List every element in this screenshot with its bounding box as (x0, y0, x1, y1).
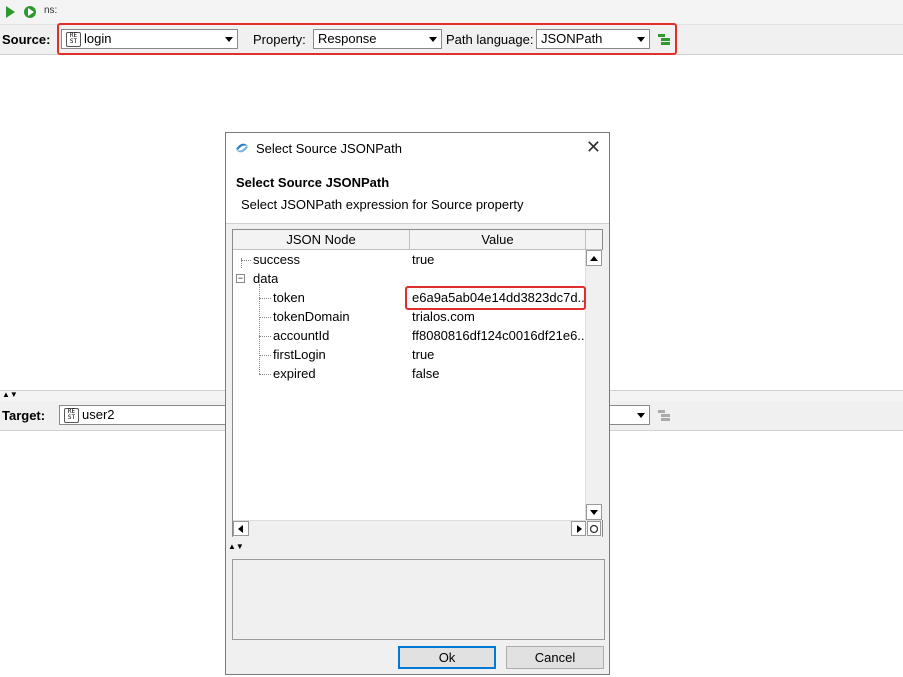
app-logo-icon (236, 143, 248, 153)
zoom-icon[interactable] (587, 521, 601, 536)
source-label: Source: (2, 32, 51, 47)
close-icon[interactable]: ✕ (586, 137, 601, 158)
tree-node-label: data (253, 271, 279, 286)
dialog-titlebar[interactable]: Select Source JSONPath ✕ (226, 133, 609, 163)
ok-button[interactable]: Ok (398, 646, 496, 669)
tree-row-success[interactable]: success true (233, 251, 585, 270)
target-path-language-select[interactable] (606, 405, 650, 425)
tree-node-label: tokenDomain (273, 309, 350, 324)
rest-icon: RE ST (64, 408, 79, 423)
scroll-right-button[interactable] (571, 521, 586, 536)
tree-node-label: token (273, 290, 305, 305)
dialog-heading: Select Source JSONPath (236, 175, 390, 190)
cancel-button[interactable]: Cancel (506, 646, 604, 669)
column-header-filler (586, 230, 602, 250)
column-header-json-node[interactable]: JSON Node (233, 230, 410, 250)
scroll-up-button[interactable] (586, 250, 602, 266)
jsonpath-expression-area[interactable] (232, 559, 605, 640)
tree-row-tokendomain[interactable]: tokenDomain trialos.com (233, 308, 585, 327)
tree-row-firstlogin[interactable]: firstLogin true (233, 346, 585, 365)
tree-node-label: expired (273, 366, 316, 381)
dialog-splitter[interactable]: ▲▼ (226, 541, 609, 551)
tree-row-expired[interactable]: expired false (233, 365, 585, 384)
tree-node-value: ff8080816df124c0016df21e6.. (412, 328, 584, 343)
scroll-left-button[interactable] (233, 521, 249, 536)
tree-row-accountid[interactable]: accountId ff8080816df124c0016df21e6.. (233, 327, 585, 346)
top-toolbar: ns: (0, 0, 903, 25)
select-jsonpath-dialog: Select Source JSONPath ✕ Select Source J… (225, 132, 610, 675)
column-header-value[interactable]: Value (410, 230, 586, 250)
tree-node-value: trialos.com (412, 309, 475, 324)
tree-node-label: success (253, 252, 300, 267)
dialog-header: Select Source JSONPath Select JSONPath e… (226, 163, 609, 224)
collapse-arrows-icon[interactable]: ▲▼ (2, 391, 18, 399)
horizontal-scrollbar[interactable] (233, 520, 602, 537)
tree-node-value: true (412, 252, 435, 267)
tree-node-label: accountId (273, 328, 330, 343)
target-label: Target: (2, 408, 46, 423)
dialog-title: Select Source JSONPath (256, 141, 402, 156)
select-target-path-icon[interactable] (657, 408, 672, 423)
dialog-subheading: Select JSONPath expression for Source pr… (241, 197, 524, 212)
json-tree-table[interactable]: JSON Node Value success true − data toke… (232, 229, 603, 537)
tree-node-value: false (412, 366, 440, 381)
target-select-value: user2 (82, 407, 115, 422)
ns-label: ns: (44, 5, 58, 16)
target-select[interactable]: RE ST user2 (59, 405, 229, 425)
tree-node-label: firstLogin (273, 347, 326, 362)
run-step-icon[interactable] (23, 5, 37, 19)
chevron-down-icon (637, 413, 645, 418)
source-highlight-box (57, 23, 677, 55)
vertical-scrollbar[interactable] (585, 250, 603, 520)
run-icon[interactable] (3, 5, 17, 19)
token-value-highlight-box (405, 286, 586, 310)
collapse-toggle-icon[interactable]: − (236, 274, 245, 283)
scroll-down-button[interactable] (586, 504, 602, 520)
collapse-arrows-icon[interactable]: ▲▼ (228, 543, 244, 551)
tree-node-value: true (412, 347, 435, 362)
